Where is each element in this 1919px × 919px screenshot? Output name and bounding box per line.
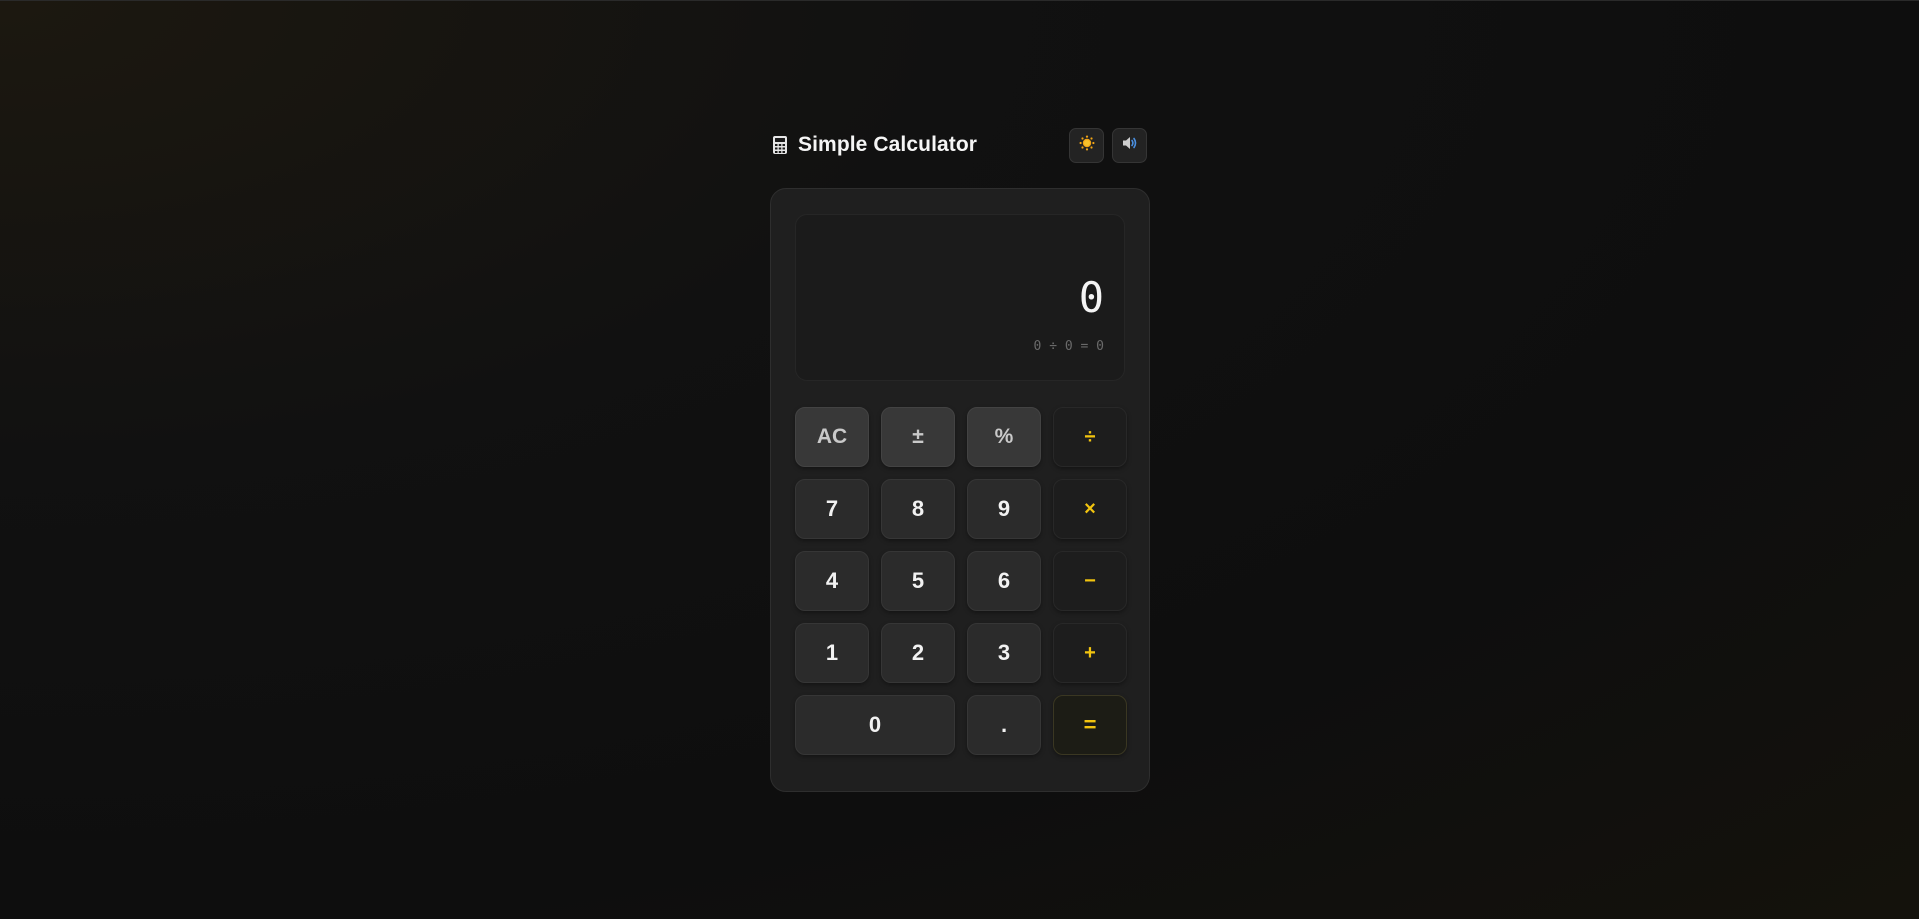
display-value: 0 — [1078, 273, 1104, 322]
keypad: AC ± % ÷ 7 8 9 × 4 5 6 − 1 2 3 + 0 . = — [795, 407, 1127, 755]
all-clear-button[interactable]: AC — [795, 407, 869, 467]
speaker-icon — [1121, 135, 1139, 156]
app-title: Simple Calculator — [798, 133, 978, 156]
calculator-app: Simple Calculator 0 0 ÷ 0 = 0 AC ± % ÷ 7… — [770, 126, 1150, 792]
digit-3-button[interactable]: 3 — [967, 623, 1041, 683]
sign-toggle-button[interactable]: ± — [881, 407, 955, 467]
divide-button[interactable]: ÷ — [1053, 407, 1127, 467]
digit-9-button[interactable]: 9 — [967, 479, 1041, 539]
digit-6-button[interactable]: 6 — [967, 551, 1041, 611]
digit-5-button[interactable]: 5 — [881, 551, 955, 611]
digit-7-button[interactable]: 7 — [795, 479, 869, 539]
digit-2-button[interactable]: 2 — [881, 623, 955, 683]
digit-4-button[interactable]: 4 — [795, 551, 869, 611]
header-actions — [1069, 127, 1147, 163]
calculator-icon — [772, 135, 788, 155]
app-header: Simple Calculator — [772, 126, 1150, 164]
display-panel: 0 0 ÷ 0 = 0 — [795, 214, 1125, 381]
sun-icon — [1079, 135, 1095, 156]
sound-toggle-button[interactable] — [1112, 127, 1147, 163]
digit-8-button[interactable]: 8 — [881, 479, 955, 539]
calculator-body: 0 0 ÷ 0 = 0 AC ± % ÷ 7 8 9 × 4 5 6 − 1 2… — [770, 188, 1150, 792]
decimal-button[interactable]: . — [967, 695, 1041, 755]
subtract-button[interactable]: − — [1053, 551, 1127, 611]
multiply-button[interactable]: × — [1053, 479, 1127, 539]
title-group: Simple Calculator — [772, 133, 977, 157]
digit-1-button[interactable]: 1 — [795, 623, 869, 683]
display-expression: 0 ÷ 0 = 0 — [1033, 339, 1104, 354]
equals-button[interactable]: = — [1053, 695, 1127, 755]
percent-button[interactable]: % — [967, 407, 1041, 467]
add-button[interactable]: + — [1053, 623, 1127, 683]
digit-0-button[interactable]: 0 — [795, 695, 955, 755]
theme-toggle-button[interactable] — [1069, 127, 1104, 163]
